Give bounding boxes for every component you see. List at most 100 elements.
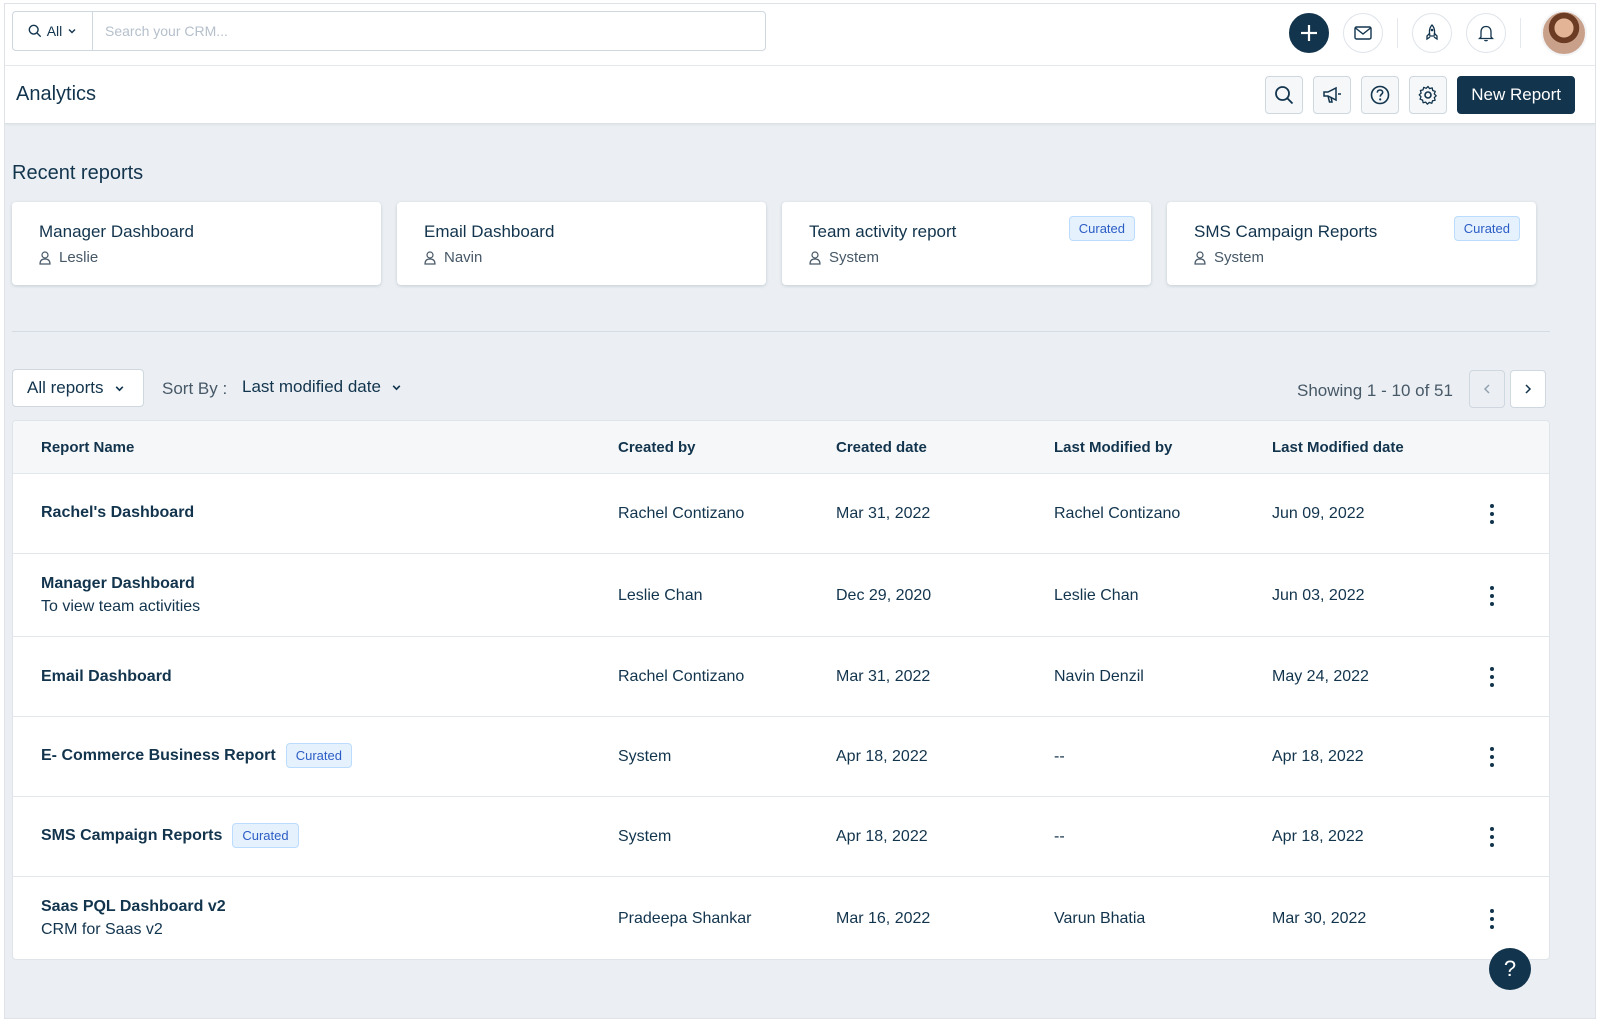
table-row[interactable]: Email Dashboard Rachel Contizano Mar 31,… <box>13 637 1549 717</box>
modified-date-cell: Mar 30, 2022 <box>1272 910 1367 927</box>
megaphone-icon <box>1323 86 1342 103</box>
modified-date-cell: Apr 18, 2022 <box>1272 828 1364 845</box>
report-name[interactable]: Email Dashboard <box>41 668 172 686</box>
mail-button[interactable] <box>1343 13 1383 53</box>
search-scope-dropdown[interactable]: All <box>13 12 93 50</box>
section-divider <box>12 331 1550 332</box>
column-header-last-modified-date[interactable]: Last Modified date <box>1272 439 1404 456</box>
report-name[interactable]: E- Commerce Business Report <box>41 747 276 765</box>
card-title: Manager Dashboard <box>39 222 194 241</box>
add-button[interactable] <box>1289 13 1329 53</box>
report-name-cell: E- Commerce Business Report Curated <box>41 743 352 768</box>
card-title: Team activity report <box>809 222 957 241</box>
card-owner-name: System <box>1214 249 1265 266</box>
recent-report-card[interactable]: Team activity report Curated System <box>782 202 1151 285</box>
report-filter-dropdown[interactable]: All reports <box>12 369 144 407</box>
created-by-cell: System <box>618 748 672 765</box>
recent-report-card[interactable]: Email Dashboard Navin <box>397 202 766 285</box>
report-name[interactable]: SMS Campaign Reports <box>41 827 222 845</box>
report-filter-label: All reports <box>27 378 104 397</box>
settings-button[interactable] <box>1409 76 1448 114</box>
row-menu-icon[interactable] <box>1485 586 1499 606</box>
modified-date-cell: Jun 09, 2022 <box>1272 505 1365 522</box>
mail-icon <box>1354 26 1372 40</box>
column-header-created-date[interactable]: Created date <box>836 439 927 456</box>
column-header-last-modified-by[interactable]: Last Modified by <box>1054 439 1172 456</box>
chevron-down-icon <box>115 385 123 391</box>
table-header: Report Name Created by Created date Last… <box>13 421 1549 474</box>
plus-icon <box>1301 25 1317 41</box>
prev-page-button[interactable] <box>1469 370 1505 408</box>
report-name-cell: SMS Campaign Reports Curated <box>41 823 299 848</box>
global-search: All <box>12 11 766 51</box>
gear-icon <box>1418 85 1438 105</box>
modified-by-cell: Rachel Contizano <box>1054 505 1181 522</box>
sort-by-value: Last modified date <box>242 377 381 396</box>
notifications-button[interactable] <box>1466 13 1506 53</box>
rocket-button[interactable] <box>1412 13 1452 53</box>
announcements-button[interactable] <box>1313 76 1352 114</box>
curated-badge: Curated <box>232 823 299 848</box>
report-name-line: Manager Dashboard <box>41 575 200 593</box>
report-name[interactable]: Manager Dashboard <box>41 575 195 593</box>
card-owner: System <box>809 249 879 266</box>
search-input[interactable] <box>93 12 765 50</box>
report-name[interactable]: Rachel's Dashboard <box>41 504 194 522</box>
sort-by-dropdown[interactable]: Last modified date <box>242 377 402 397</box>
help-chat-button[interactable]: ? <box>1489 948 1531 990</box>
report-name-cell: Rachel's Dashboard <box>41 504 194 522</box>
recent-reports-heading: Recent reports <box>12 162 144 184</box>
row-menu-icon[interactable] <box>1485 909 1499 929</box>
divider <box>1520 18 1521 48</box>
created-by-cell: Leslie Chan <box>618 587 703 604</box>
created-date-cell: Apr 18, 2022 <box>836 828 928 845</box>
new-report-button[interactable]: New Report <box>1457 76 1575 114</box>
user-avatar[interactable] <box>1541 10 1587 56</box>
search-reports-button[interactable] <box>1265 76 1304 114</box>
recent-report-card[interactable]: SMS Campaign Reports Curated System <box>1167 202 1536 285</box>
row-menu-icon[interactable] <box>1485 504 1499 524</box>
table-row[interactable]: Manager Dashboard To view team activitie… <box>13 554 1549 637</box>
search-icon <box>28 24 41 38</box>
search-scope-label: All <box>46 23 63 39</box>
help-button[interactable] <box>1361 76 1400 114</box>
modified-date-cell: May 24, 2022 <box>1272 668 1369 685</box>
sort-by-label: Sort By : <box>162 379 228 398</box>
modified-date-cell: Jun 03, 2022 <box>1272 587 1365 604</box>
card-owner: Leslie <box>39 249 98 266</box>
modified-by-cell: -- <box>1054 828 1065 845</box>
next-page-button[interactable] <box>1510 370 1546 408</box>
recent-reports-cards: Manager Dashboard Leslie Email Dashboard… <box>12 202 1536 285</box>
pagination-status: Showing 1 - 10 of 51 <box>1297 381 1453 400</box>
page-header: Analytics New Report <box>5 66 1595 124</box>
report-name-line: SMS Campaign Reports Curated <box>41 823 299 848</box>
chevron-left-icon <box>1483 384 1490 394</box>
report-name[interactable]: Saas PQL Dashboard v2 <box>41 898 226 916</box>
card-owner: System <box>1194 249 1264 266</box>
reports-table: Report Name Created by Created date Last… <box>12 420 1550 960</box>
divider <box>1397 18 1398 48</box>
chevron-down-icon <box>68 29 76 34</box>
row-menu-icon[interactable] <box>1485 827 1499 847</box>
row-menu-icon[interactable] <box>1485 747 1499 767</box>
created-date-cell: Mar 16, 2022 <box>836 910 931 927</box>
card-title: Email Dashboard <box>424 222 555 241</box>
row-menu-icon[interactable] <box>1485 667 1499 687</box>
table-row[interactable]: E- Commerce Business Report Curated Syst… <box>13 717 1549 797</box>
recent-report-card[interactable]: Manager Dashboard Leslie <box>12 202 381 285</box>
header-actions: New Report <box>1265 76 1575 114</box>
report-name-line: E- Commerce Business Report Curated <box>41 743 352 768</box>
modified-date-cell: Apr 18, 2022 <box>1272 748 1364 765</box>
table-row[interactable]: Saas PQL Dashboard v2 CRM for Saas v2 Pr… <box>13 877 1549 959</box>
user-icon <box>424 250 436 265</box>
page-title: Analytics <box>16 83 97 105</box>
created-date-cell: Mar 31, 2022 <box>836 668 931 685</box>
column-header-report-name[interactable]: Report Name <box>41 439 134 456</box>
card-owner-name: Navin <box>444 249 483 266</box>
table-row[interactable]: Rachel's Dashboard Rachel Contizano Mar … <box>13 474 1549 554</box>
table-row[interactable]: SMS Campaign Reports Curated System Apr … <box>13 797 1549 877</box>
column-header-created-by[interactable]: Created by <box>618 439 696 456</box>
created-by-cell: Rachel Contizano <box>618 505 745 522</box>
chevron-right-icon <box>1525 384 1532 394</box>
chevron-down-icon <box>392 384 401 390</box>
